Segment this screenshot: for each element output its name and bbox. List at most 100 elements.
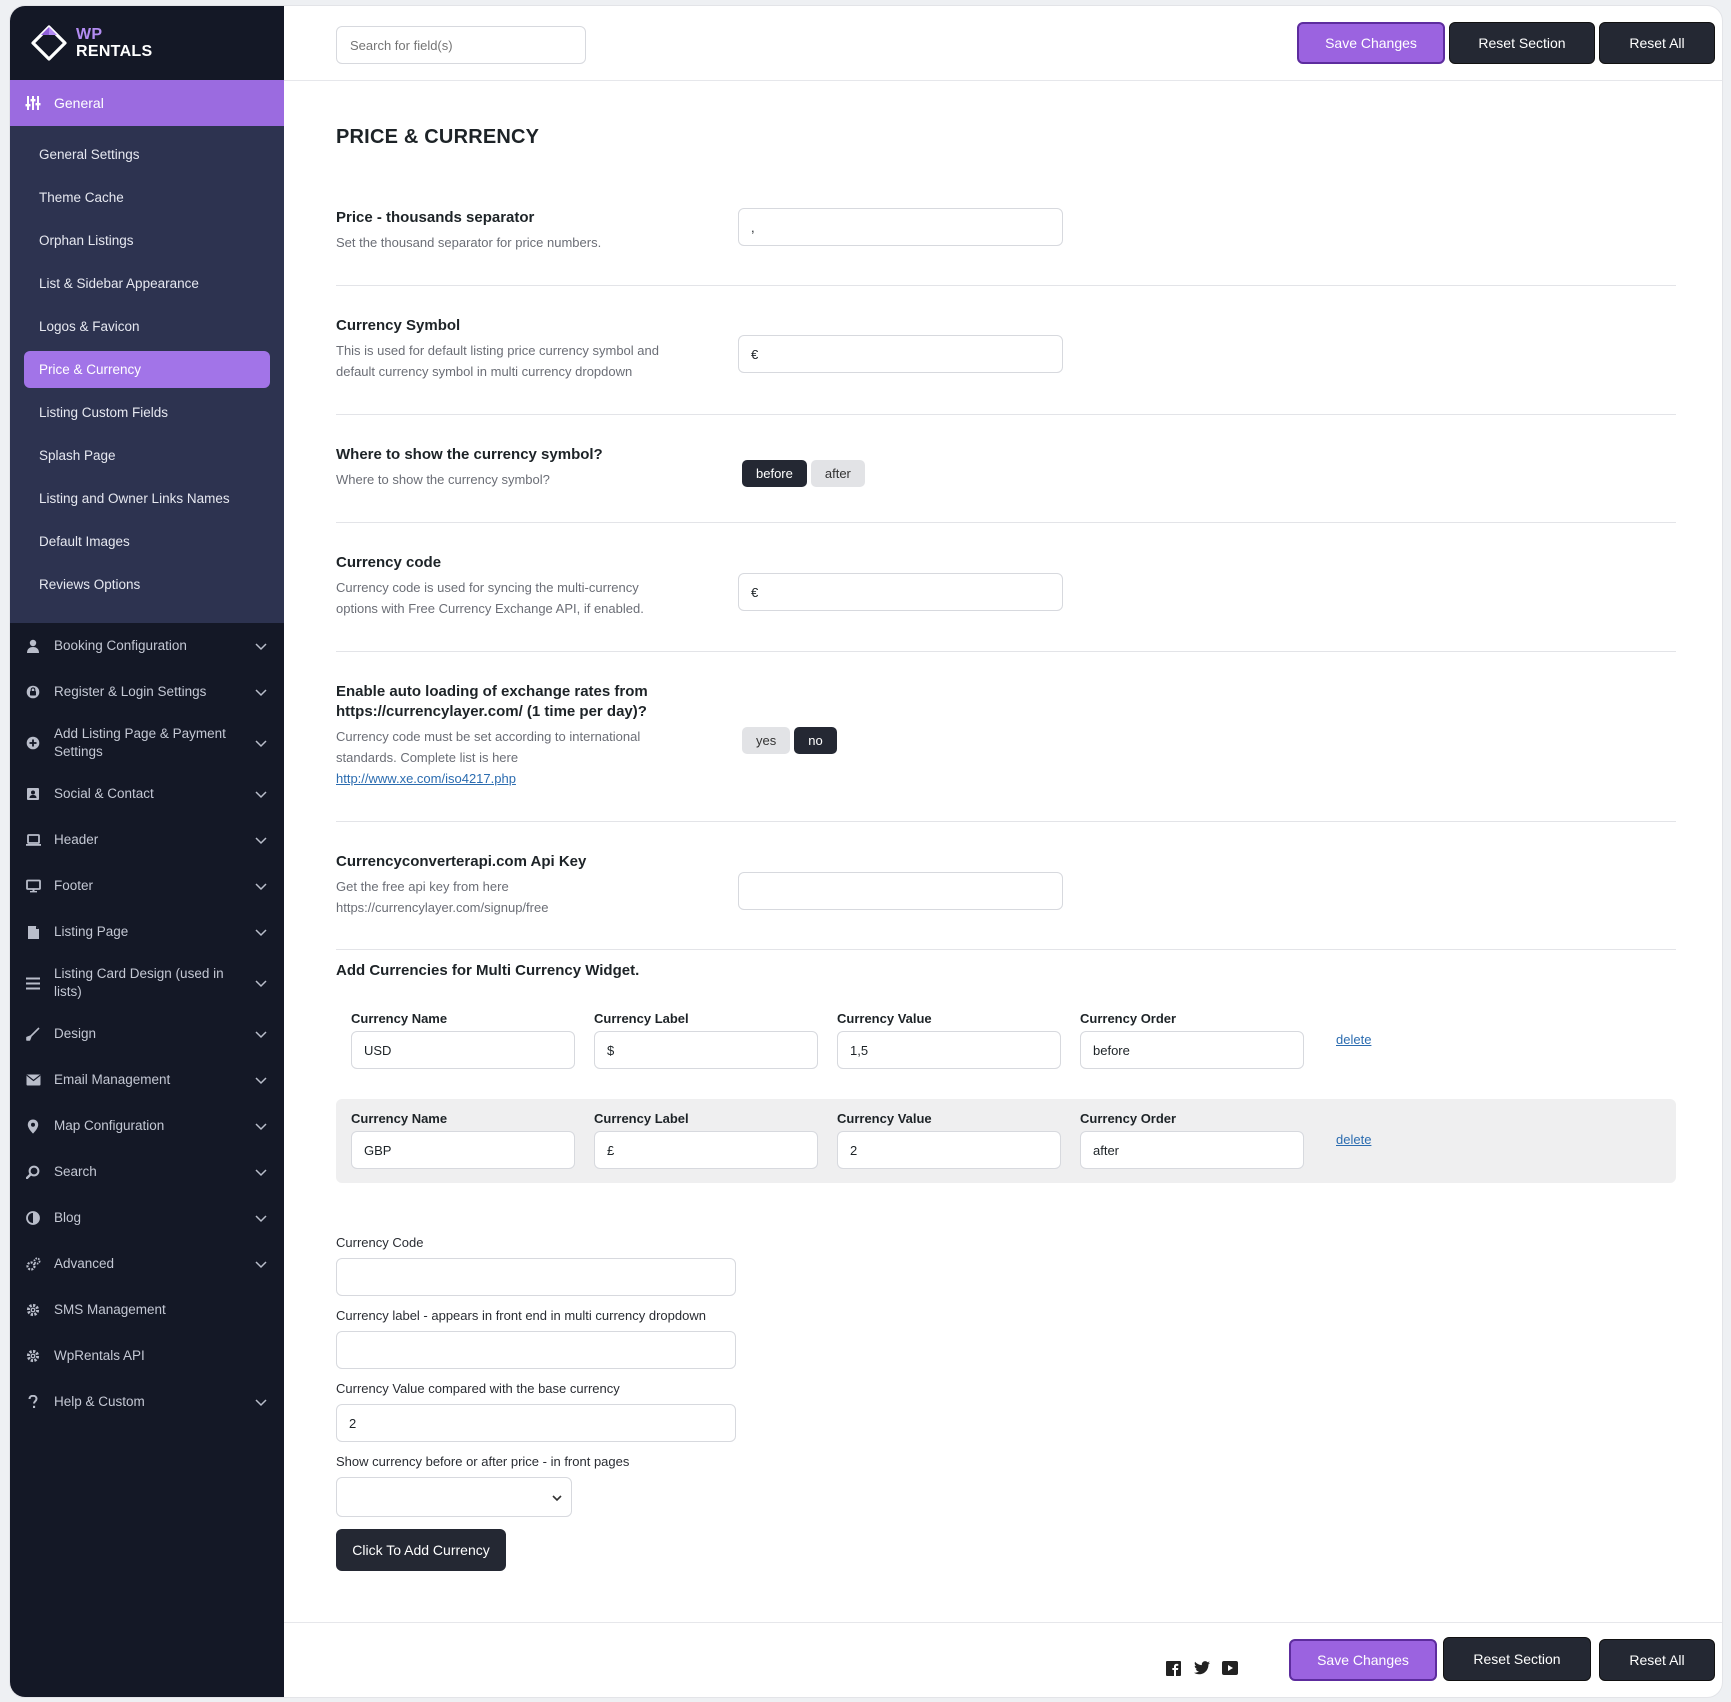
option-after[interactable]: after bbox=[810, 460, 865, 487]
setting-desc: Currency code is used for syncing the mu… bbox=[336, 580, 644, 616]
save-button[interactable]: Save Changes bbox=[1297, 22, 1445, 64]
sidebar-item-help-custom[interactable]: Help & Custom bbox=[10, 1379, 284, 1425]
new-currency-label-input[interactable] bbox=[336, 1331, 736, 1369]
chevron-down-icon[interactable] bbox=[254, 685, 268, 699]
sidebar-item-label: Blog bbox=[54, 1210, 82, 1225]
delete-currency-link[interactable]: delete bbox=[1336, 1032, 1371, 1047]
sidebar: WP RENTALS General General Settings Them… bbox=[10, 6, 284, 1697]
chevron-down-icon[interactable] bbox=[254, 1073, 268, 1087]
currency-label-input[interactable]: £ bbox=[594, 1131, 818, 1169]
setting-desc: Get the free api key from here https://c… bbox=[336, 879, 549, 915]
sidebar-item-general[interactable]: General bbox=[10, 80, 284, 126]
footer-reset-all-button[interactable]: Reset All bbox=[1599, 1639, 1715, 1681]
currency-value-header: Currency Value bbox=[837, 1011, 932, 1026]
currency-name-input[interactable]: USD bbox=[351, 1031, 575, 1069]
sidebar-item-listing-card-design-used-in-lists[interactable]: Listing Card Design (used in lists) bbox=[10, 955, 284, 1011]
add-currency-button[interactable]: Click To Add Currency bbox=[336, 1529, 506, 1571]
submenu-list-sidebar-appearance[interactable]: List & Sidebar Appearance bbox=[24, 265, 270, 302]
currency-name-header: Currency Name bbox=[351, 1111, 448, 1126]
logo: WP RENTALS bbox=[10, 6, 284, 80]
chevron-down-icon[interactable] bbox=[254, 639, 268, 653]
multi-currency-title: Add Currencies for Multi Currency Widget… bbox=[336, 962, 640, 979]
option-before[interactable]: before bbox=[742, 460, 807, 487]
sidebar-item-design[interactable]: Design bbox=[10, 1011, 284, 1057]
new-currency-value-input[interactable]: 2 bbox=[336, 1404, 736, 1442]
thousands-separator-input[interactable]: , bbox=[738, 208, 1063, 246]
currency-order-input[interactable]: after bbox=[1080, 1131, 1304, 1169]
setting-title: Currency code bbox=[336, 554, 442, 571]
setting-desc: Currency code must be set according to i… bbox=[336, 729, 641, 765]
sidebar-item-email-management[interactable]: Email Management bbox=[10, 1057, 284, 1103]
sidebar-item-add-listing-page-payment-settings[interactable]: Add Listing Page & Payment Settings bbox=[10, 715, 284, 771]
currency-label-column: Currency Label $ bbox=[594, 1011, 818, 1069]
submenu-theme-cache[interactable]: Theme Cache bbox=[24, 179, 270, 216]
chevron-down-icon[interactable] bbox=[254, 1257, 268, 1271]
sidebar-item-advanced[interactable]: Advanced bbox=[10, 1241, 284, 1287]
new-currency-position-select[interactable] bbox=[336, 1477, 572, 1517]
chevron-down-icon[interactable] bbox=[254, 925, 268, 939]
currency-label-column: Currency Label £ bbox=[594, 1111, 818, 1169]
sidebar-item-booking-configuration[interactable]: Booking Configuration bbox=[10, 623, 284, 669]
sidebar-item-search[interactable]: Search bbox=[10, 1149, 284, 1195]
submenu-default-images[interactable]: Default Images bbox=[24, 523, 270, 560]
sidebar-item-map-configuration[interactable]: Map Configuration bbox=[10, 1103, 284, 1149]
currency-symbol-input[interactable]: € bbox=[738, 335, 1063, 373]
plus-circle-icon bbox=[22, 736, 44, 750]
submenu-logos-favicon[interactable]: Logos & Favicon bbox=[24, 308, 270, 345]
submenu-splash-page[interactable]: Splash Page bbox=[24, 437, 270, 474]
sidebar-item-register-login-settings[interactable]: Register & Login Settings bbox=[10, 669, 284, 715]
currency-position-label: Show currency before or after price - in… bbox=[336, 1454, 630, 1469]
submenu-reviews-options[interactable]: Reviews Options bbox=[24, 566, 270, 603]
currency-name-input[interactable]: GBP bbox=[351, 1131, 575, 1169]
submenu-listing-custom-fields[interactable]: Listing Custom Fields bbox=[24, 394, 270, 431]
main-panel: Save Changes Reset Section Reset All PRI… bbox=[284, 6, 1722, 1697]
api-key-input[interactable] bbox=[738, 872, 1063, 910]
submenu-general-settings[interactable]: General Settings bbox=[24, 136, 270, 173]
chevron-down-icon[interactable] bbox=[254, 1027, 268, 1041]
chevron-down-icon[interactable] bbox=[254, 787, 268, 801]
option-no[interactable]: no bbox=[794, 727, 837, 754]
reset-all-button[interactable]: Reset All bbox=[1599, 22, 1715, 64]
sidebar-item-sms-management[interactable]: SMS Management bbox=[10, 1287, 284, 1333]
sidebar-item-wprentals-api[interactable]: WpRentals API bbox=[10, 1333, 284, 1379]
submenu-price-currency[interactable]: Price & Currency bbox=[24, 351, 270, 388]
add-currency-form: Currency Code Currency label - appears i… bbox=[336, 1235, 1676, 1571]
chevron-down-icon[interactable] bbox=[254, 736, 268, 750]
footer-save-button[interactable]: Save Changes bbox=[1289, 1639, 1437, 1681]
sidebar-item-footer[interactable]: Footer bbox=[10, 863, 284, 909]
sidebar-item-listing-page[interactable]: Listing Page bbox=[10, 909, 284, 955]
currency-value-header: Currency Value bbox=[837, 1111, 932, 1126]
chevron-down-icon[interactable] bbox=[254, 1395, 268, 1409]
submenu-orphan-listings[interactable]: Orphan Listings bbox=[24, 222, 270, 259]
search-input[interactable] bbox=[336, 26, 586, 64]
footer-reset-section-button[interactable]: Reset Section bbox=[1443, 1637, 1591, 1681]
page-title: PRICE & CURRENCY bbox=[336, 126, 540, 148]
option-yes[interactable]: yes bbox=[742, 727, 791, 754]
sidebar-item-header[interactable]: Header bbox=[10, 817, 284, 863]
delete-currency-link[interactable]: delete bbox=[1336, 1132, 1371, 1147]
currency-order-input[interactable]: before bbox=[1080, 1031, 1304, 1069]
chevron-down-icon[interactable] bbox=[254, 879, 268, 893]
currency-value-input[interactable]: 2 bbox=[837, 1131, 1061, 1169]
new-currency-code-input[interactable] bbox=[336, 1258, 736, 1296]
sidebar-item-label: SMS Management bbox=[54, 1302, 166, 1317]
reset-section-button[interactable]: Reset Section bbox=[1449, 22, 1595, 64]
submenu-links-names[interactable]: Listing and Owner Links Names bbox=[24, 480, 270, 517]
chevron-down-icon[interactable] bbox=[254, 1211, 268, 1225]
sidebar-item-social-contact[interactable]: Social & Contact bbox=[10, 771, 284, 817]
twitter-icon[interactable] bbox=[1194, 1661, 1210, 1675]
iso4217-link[interactable]: http://www.xe.com/iso4217.php bbox=[336, 771, 516, 786]
facebook-icon[interactable] bbox=[1166, 1661, 1181, 1676]
chevron-down-icon[interactable] bbox=[254, 976, 268, 990]
currency-label-input[interactable]: $ bbox=[594, 1031, 818, 1069]
chevron-down-icon[interactable] bbox=[254, 833, 268, 847]
chevron-down-icon[interactable] bbox=[254, 1119, 268, 1133]
chevron-down-icon[interactable] bbox=[254, 1165, 268, 1179]
currency-value-input[interactable]: 1,5 bbox=[837, 1031, 1061, 1069]
youtube-icon[interactable] bbox=[1222, 1661, 1238, 1675]
currency-label-header: Currency Label bbox=[594, 1011, 689, 1026]
currency-code-input[interactable]: € bbox=[738, 573, 1063, 611]
sidebar-item-label: Design bbox=[54, 1026, 97, 1041]
sidebar-item-blog[interactable]: Blog bbox=[10, 1195, 284, 1241]
setting-title: Where to show the currency symbol? bbox=[336, 446, 603, 463]
